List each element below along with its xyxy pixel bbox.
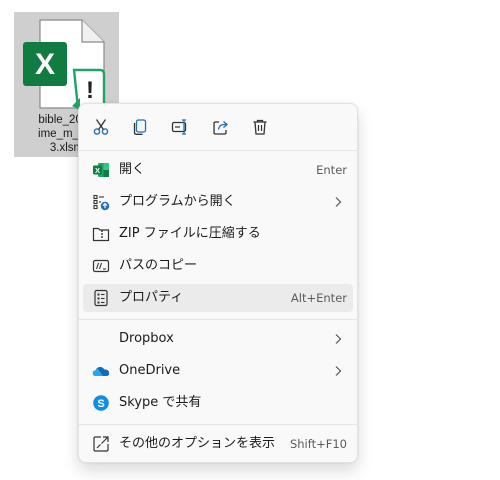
svg-text:S: S [97,398,104,410]
svg-text:X: X [95,166,100,175]
excel-icon: X [92,161,110,179]
copy-icon [133,119,147,135]
copy-button[interactable] [125,113,155,141]
svg-text:X: X [35,48,55,81]
skype-icon: S [92,394,110,412]
share-button[interactable] [206,113,236,141]
quick-actions-row [79,104,359,150]
properties-icon [92,289,110,307]
menu-item-label: プログラムから開く [119,194,236,209]
zip-folder-icon [92,225,110,243]
menu-item-label: その他のオプションを表示 [119,436,276,451]
menu-item-label: 開く [119,162,146,177]
open-with-icon [92,193,110,211]
share-icon [213,121,228,135]
chevron-right-icon [335,366,342,376]
menu-item-dropbox[interactable]: Dropbox [83,325,353,353]
delete-icon [253,119,267,135]
cut-icon [93,119,109,135]
desktop: X ! bible_2023 ime_m_sur 3.xlsm X 開く Ent… [0,0,500,480]
menu-item-label: Dropbox [119,331,174,346]
copy-path-icon [92,257,110,275]
menu-item-label: パスのコピー [119,258,198,273]
menu-item-copy-path[interactable]: パスのコピー [83,252,353,280]
divider [79,150,357,151]
menu-item-label: OneDrive [119,363,181,378]
menu-item-open-with[interactable]: プログラムから開く [83,188,353,216]
menu-item-shortcut: Enter [316,163,347,177]
cut-button[interactable] [86,113,116,141]
menu-item-open[interactable]: X 開く Enter [83,156,353,184]
menu-item-show-more-options[interactable]: その他のオプションを表示 Shift+F10 [83,430,353,458]
excel-macro-file-icon: X ! [23,19,106,110]
context-menu: X 開く Enter プログラムから開く ZIP ファイルに圧縮する パスのコピ… [78,103,358,463]
menu-item-label: プロパティ [119,290,184,305]
menu-item-label: Skype で共有 [119,395,202,410]
menu-item-label: ZIP ファイルに圧縮する [119,226,261,241]
divider [79,319,357,320]
onedrive-icon [92,362,110,380]
divider [79,424,357,425]
delete-button[interactable] [245,113,275,141]
chevron-right-icon [335,334,342,344]
menu-item-share-skype[interactable]: S Skype で共有 [83,389,353,417]
menu-item-shortcut: Shift+F10 [289,437,347,451]
menu-item-compress-zip[interactable]: ZIP ファイルに圧縮する [83,220,353,248]
menu-item-properties[interactable]: プロパティ Alt+Enter [83,284,353,312]
rename-icon [171,119,187,135]
rename-button[interactable] [165,113,195,141]
more-options-icon [92,435,110,453]
svg-text:!: ! [86,77,94,104]
menu-item-shortcut: Alt+Enter [290,291,347,305]
menu-item-onedrive[interactable]: OneDrive [83,357,353,385]
chevron-right-icon [335,197,342,207]
